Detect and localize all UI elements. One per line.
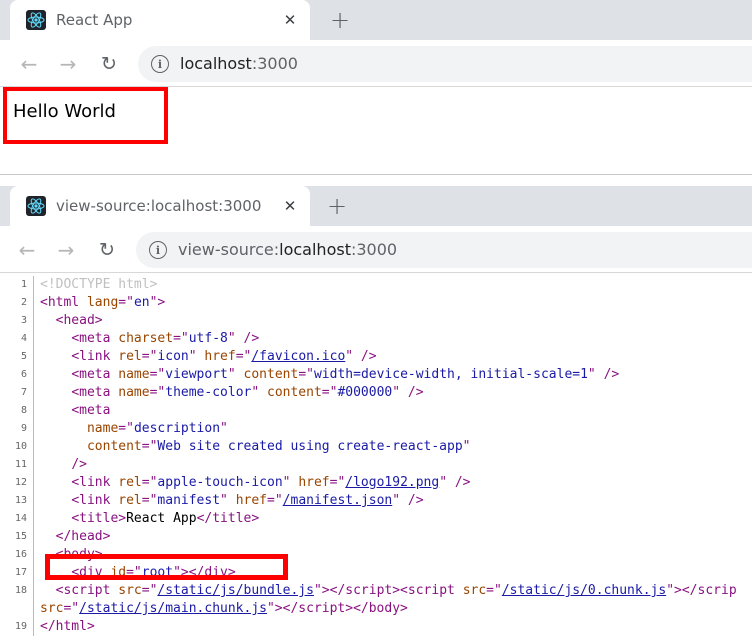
tab-react-app[interactable]: React App ✕ (10, 0, 310, 40)
url-text: view-source:localhost:3000 (178, 240, 397, 259)
source-line: 14 <title>React App</title> (0, 510, 752, 528)
source-line: 1 <!DOCTYPE html> (0, 276, 752, 294)
source-code-text: <meta charset="utf-8" /> (71, 331, 260, 346)
source-line: 11 /> (0, 456, 752, 474)
source-line: 15 </head> (0, 528, 752, 546)
source-line: src="/static/js/main.chunk.js"></script>… (0, 600, 752, 618)
source-line: 3 <head> (0, 312, 752, 330)
page-content: Hello World (0, 87, 752, 172)
source-link[interactable]: /static/js/main.chunk.js (79, 601, 267, 616)
source-code-text: </html> (40, 619, 95, 634)
line-number: 16 (0, 546, 34, 564)
source-code-text: <!DOCTYPE html> (40, 277, 158, 292)
hello-world-text: Hello World (13, 101, 116, 122)
url-port: :3000 (350, 240, 398, 259)
tab-strip: view-source:localhost:3000 ✕ + (0, 186, 752, 226)
close-tab-icon[interactable]: ✕ (280, 10, 300, 30)
source-link[interactable]: /logo192.png (345, 475, 439, 490)
source-code-text: </head> (55, 529, 111, 544)
source-code-text: <head> (55, 313, 103, 328)
line-number: 18 (0, 582, 34, 600)
source-line: 5 <link rel="icon" href="/favicon.ico" /… (0, 348, 752, 366)
url-text: localhost:3000 (180, 54, 298, 73)
source-line: 8 <meta (0, 402, 752, 420)
source-code-text: <script src="/static/js/bundle.js"></scr… (55, 583, 737, 598)
source-code-text: content="Web site created using create-r… (86, 439, 471, 454)
line-number: 9 (0, 420, 34, 438)
source-line: 12 <link rel="apple-touch-icon" href="/l… (0, 474, 752, 492)
url-port: :3000 (251, 54, 298, 73)
source-line: 2 <html lang="en"> (0, 294, 752, 312)
address-bar[interactable]: i localhost:3000 (138, 46, 752, 82)
source-link[interactable]: /static/js/bundle.js (157, 583, 314, 598)
source-code-text: <meta name="viewport" content="width=dev… (71, 367, 620, 382)
back-arrow-icon[interactable]: ← (16, 239, 38, 261)
source-link[interactable]: /static/js/0.chunk.js (502, 583, 666, 598)
line-number: 12 (0, 474, 34, 492)
source-link[interactable]: /manifest.json (283, 493, 393, 508)
reload-icon[interactable]: ↻ (98, 53, 120, 75)
back-arrow-icon[interactable]: ← (18, 53, 40, 75)
source-line: 13 <link rel="manifest" href="/manifest.… (0, 492, 752, 510)
source-code-text: name="description" (86, 421, 228, 436)
source-code-text: <link rel="manifest" href="/manifest.jso… (71, 493, 424, 508)
source-line: 4 <meta charset="utf-8" /> (0, 330, 752, 348)
url-host: localhost (279, 240, 351, 259)
close-tab-icon[interactable]: ✕ (280, 196, 300, 216)
forward-arrow-icon[interactable]: → (55, 239, 77, 261)
source-line: 9 name="description" (0, 420, 752, 438)
line-number: 15 (0, 528, 34, 546)
line-number: 11 (0, 456, 34, 474)
forward-arrow-icon[interactable]: → (57, 53, 79, 75)
source-code-text: <meta name="theme-color" content="#00000… (71, 385, 424, 400)
line-number: 6 (0, 366, 34, 384)
info-icon[interactable]: i (149, 241, 167, 259)
line-number: 8 (0, 402, 34, 420)
source-line: 7 <meta name="theme-color" content="#000… (0, 384, 752, 402)
line-number: 5 (0, 348, 34, 366)
tab-title: view-source:localhost:3000 (56, 197, 262, 215)
new-tab-button[interactable]: + (325, 194, 349, 218)
source-code-text: <html lang="en"> (40, 295, 166, 310)
react-logo-icon (26, 10, 46, 30)
new-tab-button[interactable]: + (328, 8, 352, 32)
tab-view-source[interactable]: view-source:localhost:3000 ✕ (10, 186, 310, 226)
address-bar[interactable]: i view-source:localhost:3000 (136, 232, 752, 268)
source-code-text: /> (71, 457, 87, 472)
react-logo-icon (26, 196, 46, 216)
reload-icon[interactable]: ↻ (96, 239, 118, 261)
source-code-text: <meta (71, 403, 111, 418)
source-line: 19 </html> (0, 618, 752, 636)
browser-toolbar: ← → ↻ i localhost:3000 (0, 40, 752, 87)
line-number: 14 (0, 510, 34, 528)
browser-window-app: React App ✕ + ← → ↻ i localhost:3000 Hel… (0, 0, 752, 172)
line-number: 1 (0, 276, 34, 294)
source-line: 6 <meta name="viewport" content="width=d… (0, 366, 752, 384)
line-number: 3 (0, 312, 34, 330)
line-number: 17 (0, 564, 34, 582)
line-number: 19 (0, 618, 34, 636)
source-code-text: <title>React App</title> (71, 511, 260, 526)
info-icon[interactable]: i (151, 55, 169, 73)
source-line: 18 <script src="/static/js/bundle.js"></… (0, 582, 752, 600)
source-link[interactable]: /favicon.ico (251, 349, 345, 364)
tab-strip: React App ✕ + (0, 0, 752, 40)
line-number: 7 (0, 384, 34, 402)
source-code-text: <link rel="apple-touch-icon" href="/logo… (71, 475, 471, 490)
source-code-text: src="/static/js/main.chunk.js"></script>… (40, 601, 408, 616)
url-prefix: view-source: (178, 240, 280, 259)
url-host: localhost (180, 54, 252, 73)
line-number: 4 (0, 330, 34, 348)
tab-title: React App (56, 11, 133, 29)
line-number: 2 (0, 294, 34, 312)
line-number: 10 (0, 438, 34, 456)
browser-toolbar: ← → ↻ i view-source:localhost:3000 (0, 226, 752, 273)
source-code-view: 1 <!DOCTYPE html> 2 <html lang="en"> 3 <head… (0, 276, 752, 641)
source-code-text: <link rel="icon" href="/favicon.ico" /> (71, 349, 377, 364)
highlight-box-root-div (45, 554, 288, 580)
line-number (0, 600, 34, 618)
source-line: 10 content="Web site created using creat… (0, 438, 752, 456)
line-number: 13 (0, 492, 34, 510)
